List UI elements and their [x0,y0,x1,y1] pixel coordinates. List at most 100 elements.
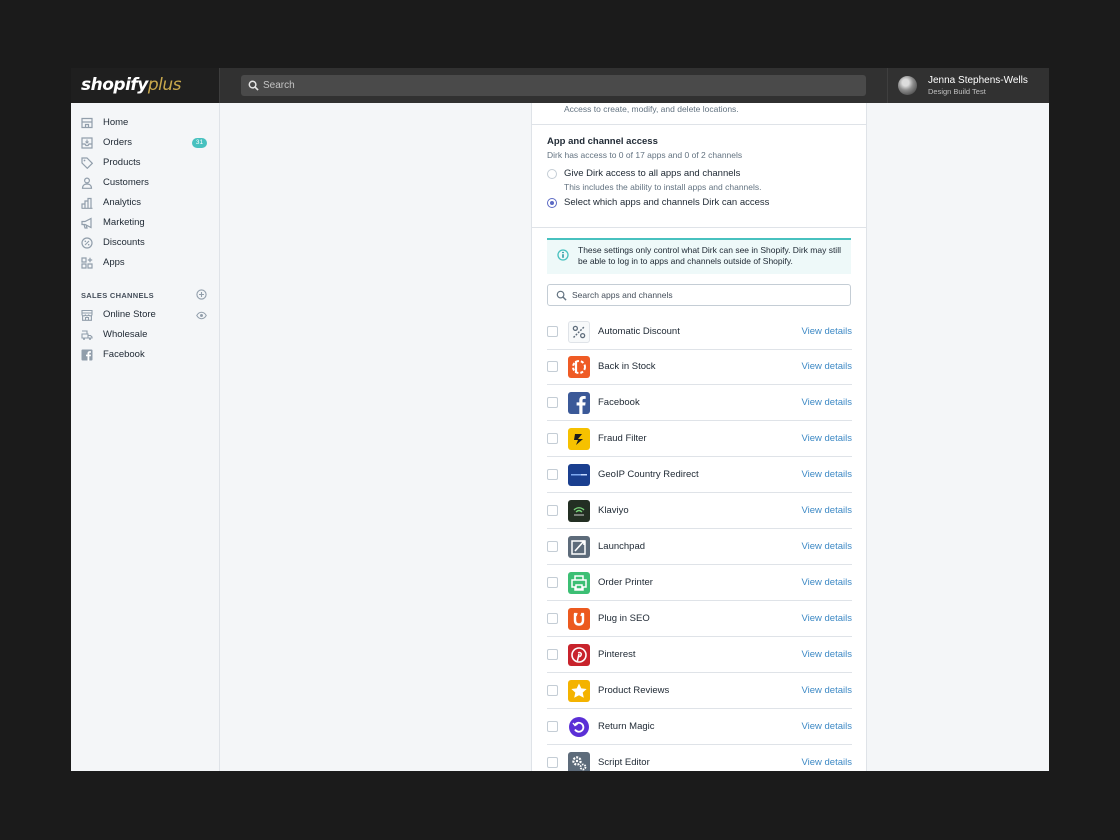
permission-description: Access to create, modify, and delete loc… [564,104,739,114]
sidebar-item-label: Analytics [103,197,142,208]
app-row: Facebook View details [547,385,852,421]
shopify-plus-logo[interactable]: shopifyplus [71,68,220,103]
sidebar-item-marketing[interactable]: Marketing [71,213,220,233]
app-row: Launchpad View details [547,529,852,565]
app-checkbox[interactable] [547,397,558,408]
info-icon [557,249,569,261]
back-in-stock-icon [568,356,590,378]
app-name: Script Editor [598,757,650,768]
view-details-link[interactable]: View details [801,361,852,372]
app-checkbox[interactable] [547,649,558,660]
store-name: Design Build Test [928,87,986,96]
app-row: Product Reviews View details [547,673,852,709]
radio-select-apps-label[interactable]: Select which apps and channels Dirk can … [564,197,769,208]
store-icon [81,309,93,321]
info-banner: These settings only control what Dirk ca… [547,238,851,274]
eye-icon[interactable] [196,311,207,320]
search-input[interactable] [263,75,853,96]
app-name: Klaviyo [598,505,629,516]
sidebar-item-analytics[interactable]: Analytics [71,193,220,213]
view-details-link[interactable]: View details [801,326,852,337]
app-checkbox[interactable] [547,326,558,337]
apps-icon [81,257,93,269]
user-name: Jenna Stephens-Wells [928,75,1028,86]
sidebar-item-label: Marketing [103,217,145,228]
app-checkbox[interactable] [547,721,558,732]
view-details-link[interactable]: View details [801,397,852,408]
app-checkbox[interactable] [547,757,558,768]
view-details-link[interactable]: View details [801,505,852,516]
printer-icon [568,572,590,594]
app-checkbox[interactable] [547,505,558,516]
app-row: Back in Stock View details [547,349,852,385]
app-name: Automatic Discount [598,326,680,337]
facebook-icon [81,349,93,361]
app-checkbox[interactable] [547,469,558,480]
view-details-link[interactable]: View details [801,649,852,660]
sidebar-item-customers[interactable]: Customers [71,173,220,193]
search-icon [556,290,567,301]
geoip-icon [568,464,590,486]
logo-wordmark-suffix: plus [147,75,182,95]
app-checkbox[interactable] [547,361,558,372]
app-name: Launchpad [598,541,646,552]
view-details-link[interactable]: View details [801,757,852,768]
sidebar-item-orders[interactable]: Orders 31 [71,133,220,153]
app-row: Klaviyo View details [547,493,852,529]
home-icon [81,117,93,129]
klaviyo-icon [568,500,590,522]
view-details-link[interactable]: View details [801,613,852,624]
sidebar-item-label: Customers [103,177,149,188]
view-details-link[interactable]: View details [801,577,852,588]
sidebar-item-wholesale[interactable]: Wholesale [71,325,220,345]
plug-in-seo-icon [568,608,590,630]
sidebar-item-products[interactable]: Products [71,153,220,173]
radio-all-apps[interactable] [547,169,557,179]
gears-icon [568,752,590,771]
sales-channels-heading: SALES CHANNELS [81,291,154,300]
app-name: Order Printer [598,577,653,588]
apps-search-input[interactable] [572,285,842,305]
sidebar-item-label: Orders [103,137,133,148]
app-row: Order Printer View details [547,565,852,601]
view-details-link[interactable]: View details [801,721,852,732]
app-row: Fraud Filter View details [547,421,852,457]
app-name: Plug in SEO [598,613,650,624]
view-details-link[interactable]: View details [801,541,852,552]
fraud-filter-icon [568,428,590,450]
permissions-card: Access to create, modify, and delete loc… [531,103,867,771]
view-details-link[interactable]: View details [801,685,852,696]
sidebar-item-home[interactable]: Home [71,113,220,133]
app-name: GeoIP Country Redirect [598,469,699,480]
app-name: Pinterest [598,649,636,660]
app-row: GeoIP Country Redirect View details [547,457,852,493]
apps-search-field[interactable] [547,284,851,306]
divider [532,227,866,228]
app-checkbox[interactable] [547,613,558,624]
avatar [898,76,917,95]
radio-select-apps[interactable] [547,198,557,208]
app-checkbox[interactable] [547,685,558,696]
user-menu[interactable]: Jenna Stephens-Wells Design Build Test [887,68,1049,103]
app-checkbox[interactable] [547,433,558,444]
view-details-link[interactable]: View details [801,433,852,444]
logo-wordmark: shopify [81,75,148,95]
radio-all-apps-label[interactable]: Give Dirk access to all apps and channel… [564,168,740,179]
sidebar-item-apps[interactable]: Apps [71,253,220,273]
sidebar-item-label: Wholesale [103,329,148,340]
app-access-title: App and channel access [547,136,658,147]
app-window: shopifyplus Jenna Stephens-Wells Design … [71,68,1049,771]
global-search[interactable] [241,75,866,96]
sidebar-item-facebook[interactable]: Facebook [71,345,220,365]
sidebar: Home Orders 31 Products Customers Analyt… [71,103,220,771]
app-name: Back in Stock [598,361,656,372]
sidebar-item-discounts[interactable]: Discounts [71,233,220,253]
app-row: Script Editor View details [547,745,852,771]
add-channel-icon[interactable] [196,289,207,300]
app-checkbox[interactable] [547,577,558,588]
view-details-link[interactable]: View details [801,469,852,480]
sidebar-item-online-store[interactable]: Online Store [71,305,220,325]
app-checkbox[interactable] [547,541,558,552]
tag-icon [81,157,93,169]
radio-all-apps-help: This includes the ability to install app… [564,182,762,192]
